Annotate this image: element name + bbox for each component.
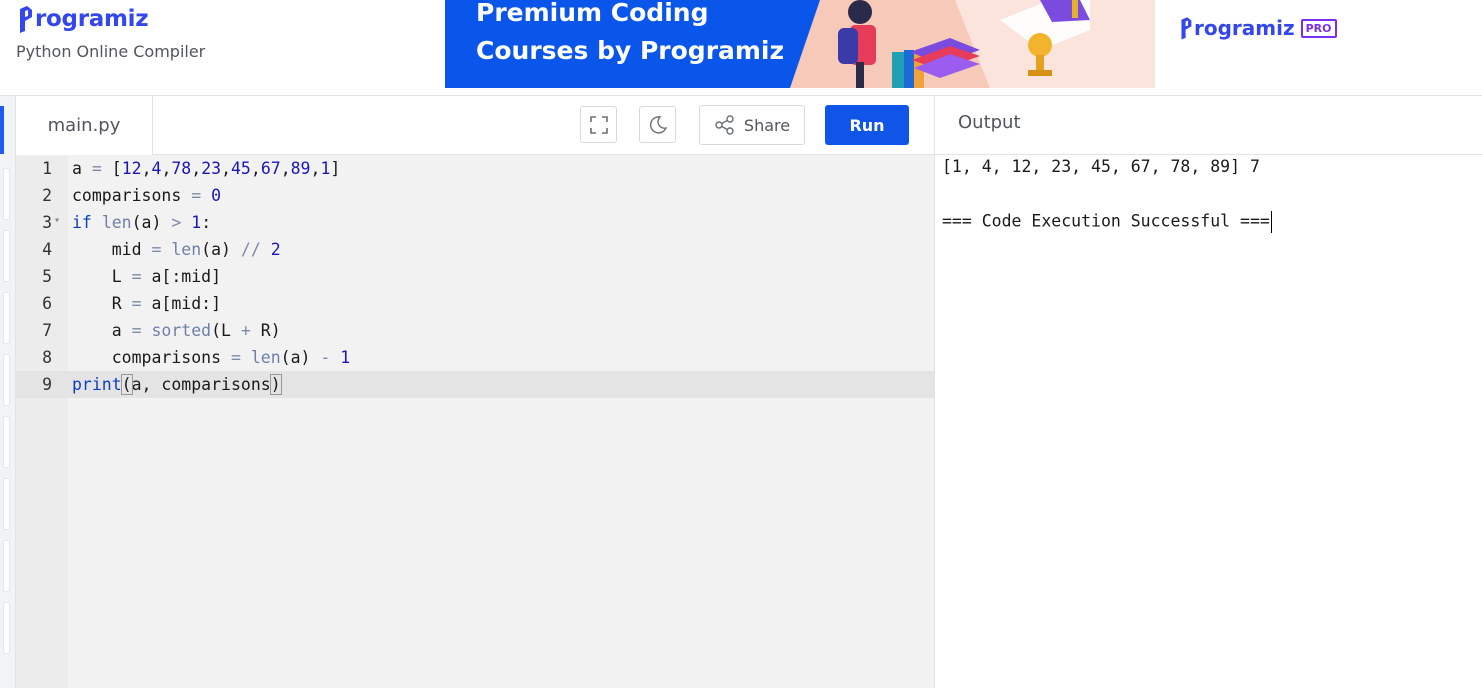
code-line[interactable]: 7 a = sorted(L + R)	[16, 317, 934, 344]
programiz-p-icon	[1181, 17, 1192, 40]
code-text: L = a[:mid]	[72, 267, 222, 286]
output-header: Output	[934, 96, 1482, 155]
top-header: rogramiz Python Online Compiler Premium …	[0, 0, 1482, 96]
text-caret	[1270, 211, 1272, 233]
code-line[interactable]: 6 R = a[mid:]	[16, 290, 934, 317]
share-button[interactable]: Share	[699, 105, 805, 145]
code-text: a = [12,4,78,23,45,67,89,1]	[72, 159, 341, 178]
tab-main-py[interactable]: main.py	[16, 96, 153, 155]
banner-line-2: Courses by Programiz	[476, 36, 785, 65]
code-line[interactable]: 8 comparisons = len(a) - 1	[16, 344, 934, 371]
line-number: 8	[42, 348, 52, 367]
rail-item[interactable]	[3, 478, 10, 530]
code-text: if len(a) > 1:	[72, 213, 212, 232]
rail-item[interactable]	[3, 540, 10, 592]
line-number: 1	[42, 159, 52, 178]
code-line[interactable]: 2 comparisons = 0	[16, 182, 934, 209]
output-line: [1, 4, 12, 23, 45, 67, 78, 89] 7	[942, 157, 1260, 176]
code-line[interactable]: 1 a = [12,4,78,23,45,67,89,1]	[16, 155, 934, 182]
line-number: 7	[42, 321, 52, 340]
output-line-status: === Code Execution Successful ===	[942, 211, 1272, 233]
fullscreen-button[interactable]	[580, 106, 617, 143]
code-line-active[interactable]: 9 print(a, comparisons)	[16, 371, 934, 398]
editor-toolbar: main.py Share Run	[16, 96, 934, 155]
line-number: 6	[42, 294, 52, 313]
code-line[interactable]: 4 mid = len(a) // 2	[16, 236, 934, 263]
code-text: comparisons = len(a) - 1	[72, 348, 351, 367]
logo-text: rogramiz	[35, 6, 149, 32]
rail-item[interactable]	[3, 416, 10, 468]
pro-badge: PRO	[1300, 18, 1337, 38]
code-line[interactable]: 5 L = a[:mid]	[16, 263, 934, 290]
rail-item[interactable]	[3, 230, 10, 282]
line-number: 3	[42, 213, 52, 232]
code-text: mid = len(a) // 2	[72, 240, 281, 259]
rail-item[interactable]	[3, 354, 10, 406]
code-editor[interactable]: 1 a = [12,4,78,23,45,67,89,1] 2 comparis…	[16, 155, 934, 688]
rail-item[interactable]	[3, 292, 10, 344]
code-text: a = sorted(L + R)	[72, 321, 281, 340]
code-text: comparisons = 0	[72, 186, 222, 205]
banner-line-1: Premium Coding	[476, 0, 709, 27]
programiz-logo[interactable]: rogramiz	[17, 4, 149, 34]
page-subtitle: Python Online Compiler	[16, 42, 206, 61]
share-icon	[715, 115, 734, 135]
dark-mode-moon-icon	[649, 115, 667, 134]
share-label: Share	[743, 115, 791, 135]
line-number: 5	[42, 267, 52, 286]
programiz-pro-panel: rogramiz PRO	[1155, 0, 1355, 88]
code-line[interactable]: 3 ▾ if len(a) > 1:	[16, 209, 934, 236]
fullscreen-icon	[589, 115, 608, 134]
fold-arrow-icon[interactable]: ▾	[54, 207, 60, 234]
code-text: R = a[mid:]	[72, 294, 222, 313]
run-button[interactable]: Run	[825, 105, 909, 145]
programiz-pro-logo: rogramiz PRO	[1179, 15, 1337, 41]
output-title: Output	[958, 112, 1021, 133]
line-number: 4	[42, 240, 52, 259]
line-number: 2	[42, 186, 52, 205]
rail-active-indicator	[0, 106, 4, 154]
banner-headline: Premium Coding Courses by Programiz	[476, 0, 784, 70]
promo-banner[interactable]: Premium Coding Courses by Programiz rogr…	[445, 0, 1355, 88]
rail-item[interactable]	[3, 168, 10, 220]
banner-illustration	[790, 0, 1155, 88]
programiz-p-icon	[20, 6, 32, 33]
line-number: 9	[42, 375, 52, 394]
output-panel[interactable]: [1, 4, 12, 23, 45, 67, 78, 89] 7 === Cod…	[934, 155, 1482, 688]
theme-toggle-button[interactable]	[639, 106, 676, 143]
left-language-rail	[0, 96, 16, 688]
toolbar-actions	[153, 96, 934, 154]
rail-item[interactable]	[3, 602, 10, 654]
pro-logo-text: rogramiz	[1194, 16, 1295, 40]
code-text: print(a, comparisons)	[72, 374, 282, 395]
output-status-text: === Code Execution Successful ===	[942, 211, 1270, 231]
